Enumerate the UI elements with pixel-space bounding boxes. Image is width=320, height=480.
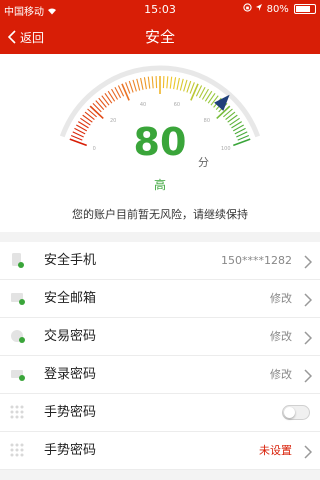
edit-link[interactable]: 修改 [270, 318, 292, 355]
gauge-tick [136, 78, 141, 91]
list-item-login-password[interactable]: 登录密码 修改 [0, 356, 320, 394]
key-icon [10, 366, 26, 386]
page-title: 安全 [144, 28, 175, 46]
nav-bar: 返回 安全 [0, 20, 320, 54]
toggle-knob [284, 407, 295, 418]
battery-icon [294, 4, 316, 14]
gauge-tick [176, 77, 180, 90]
edit-link[interactable]: 修改 [270, 356, 292, 393]
gauge-tick [179, 78, 184, 91]
list-item-label: 安全邮箱 [44, 291, 97, 306]
gauge-tick [183, 79, 188, 92]
gauge-tick [147, 76, 151, 89]
chevron-right-icon [304, 292, 313, 311]
chevron-right-icon [304, 330, 313, 349]
gauge-tick [173, 77, 177, 90]
gauge-tick [166, 76, 169, 89]
security-phone-value: 150****1282 [221, 254, 292, 267]
gesture-icon [10, 404, 24, 423]
gauge-tick [143, 77, 147, 90]
list-item-label: 手势密码 [44, 443, 97, 458]
gauge-tick [190, 83, 199, 101]
list-item-gesture-password-setup[interactable]: 手势密码 未设置 [0, 432, 320, 470]
lock-rotation-icon [243, 3, 255, 15]
edit-link[interactable]: 修改 [270, 280, 292, 317]
mail-icon [10, 290, 26, 310]
gauge-tick [169, 76, 173, 89]
security-score-panel: 0 20 40 60 80 100 80 分 高 您的账户目前暂无风险，请继续保持 [0, 54, 320, 232]
security-message: 您的账户目前暂无风险，请继续保持 [72, 208, 248, 221]
security-level: 高 [153, 178, 166, 192]
gesture-password-toggle[interactable] [282, 405, 310, 420]
list-item-label: 登录密码 [44, 367, 97, 382]
list-item-label: 交易密码 [44, 329, 97, 344]
location-icon [255, 4, 266, 15]
list-item-label: 安全手机 [44, 253, 97, 268]
phone-icon [10, 252, 24, 272]
list-item-security-phone[interactable]: 安全手机 150****1282 [0, 242, 320, 280]
lock-icon [10, 328, 26, 348]
score-unit: 分 [198, 156, 209, 169]
gauge-tick-label: 40 [140, 102, 146, 108]
gesture-icon [10, 442, 24, 461]
gauge-tick [132, 79, 137, 92]
status-right: 80% [243, 3, 316, 15]
chevron-right-icon [304, 254, 313, 273]
status-bar: 中国移动 15:03 80% [0, 0, 320, 20]
gauge-tick [186, 80, 192, 93]
list-item-security-email[interactable]: 安全邮箱 修改 [0, 280, 320, 318]
gauge-tick [121, 83, 130, 101]
list-item-trade-password[interactable]: 交易密码 修改 [0, 318, 320, 356]
security-settings-list: 安全手机 150****1282 安全邮箱 修改 交易密码 修改 登录密码 修改 [0, 242, 320, 470]
gauge-tick [151, 76, 154, 89]
gauge-tick [140, 77, 144, 90]
gauge-tick [128, 80, 134, 93]
security-score: 80 [133, 120, 187, 164]
gesture-status-value: 未设置 [259, 444, 292, 457]
list-item-gesture-password-toggle: 手势密码 [0, 394, 320, 432]
gauge-tick-label: 60 [174, 102, 180, 108]
chevron-right-icon [304, 368, 313, 387]
list-item-label: 手势密码 [44, 405, 97, 420]
battery-percent: 80% [266, 4, 289, 15]
chevron-right-icon [304, 444, 313, 463]
